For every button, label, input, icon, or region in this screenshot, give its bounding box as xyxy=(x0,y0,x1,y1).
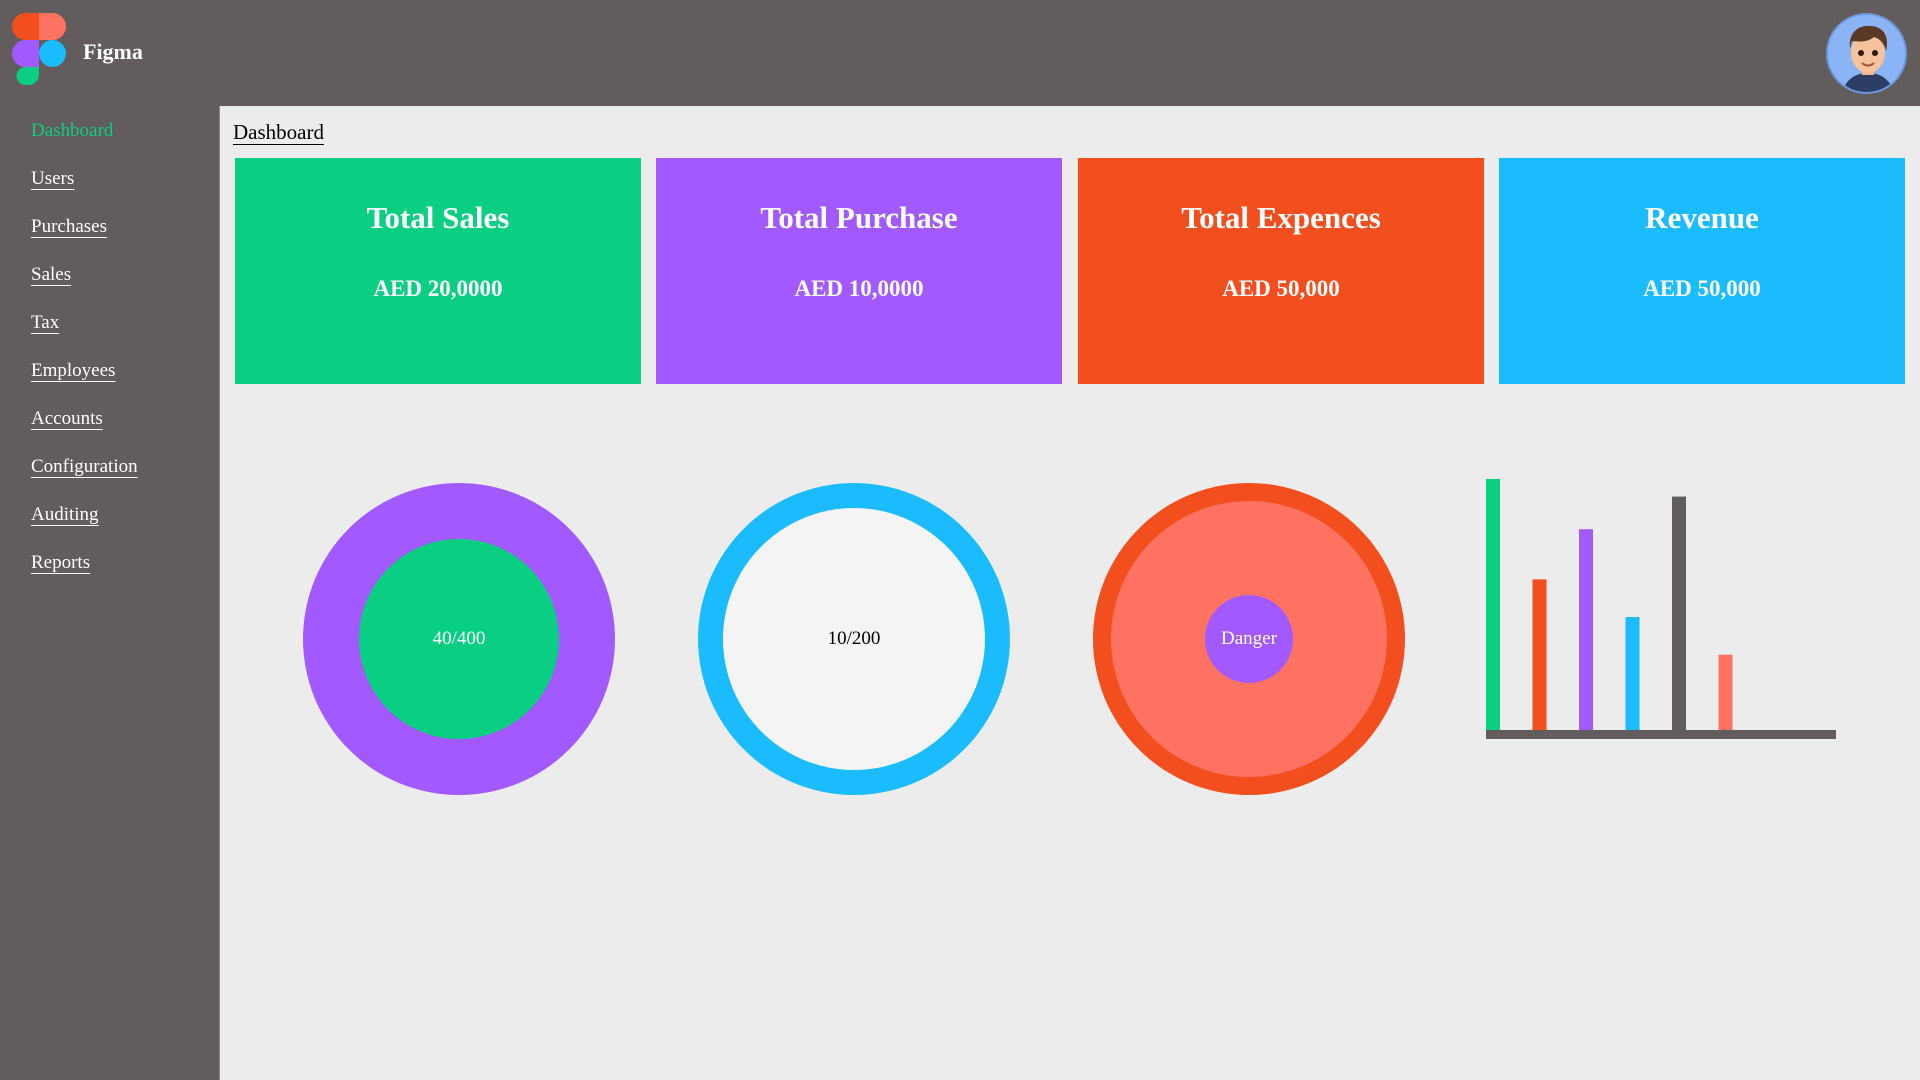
stat-card-revenue: Revenue AED 50,000 xyxy=(1499,158,1905,384)
sidebar-item-label[interactable]: Accounts xyxy=(31,408,103,429)
card-value: AED 20,0000 xyxy=(373,276,503,301)
ring-label: 40/400 xyxy=(359,539,559,739)
sidebar-item-reports[interactable]: Reports xyxy=(0,552,219,600)
sidebar-item-purchases[interactable]: Purchases xyxy=(0,216,219,264)
sidebar-item-employees[interactable]: Employees xyxy=(0,360,219,408)
main-content: Dashboard Total Sales AED 20,0000 Total … xyxy=(221,106,1920,1080)
stat-card-total-purchase: Total Purchase AED 10,0000 xyxy=(656,158,1062,384)
progress-ring-purchase: 10/200 xyxy=(698,483,1010,795)
sidebar-item-label[interactable]: Auditing xyxy=(31,504,99,525)
sidebar-item-label[interactable]: Configuration xyxy=(31,456,138,477)
bar-6 xyxy=(1718,654,1733,730)
brand-name: Figma xyxy=(83,39,143,64)
card-title: Total Expences xyxy=(1181,200,1381,235)
stat-card-total-expences: Total Expences AED 50,000 xyxy=(1078,158,1484,384)
sidebar-item-label[interactable]: Dashboard xyxy=(31,120,113,141)
sidebar-item-label[interactable]: Purchases xyxy=(31,216,107,237)
figma-logo-icon[interactable] xyxy=(12,13,66,85)
sidebar: Dashboard Users Purchases Sales Tax Empl… xyxy=(0,106,220,1080)
sidebar-item-label[interactable]: Tax xyxy=(31,312,59,333)
ring-label: 10/200 xyxy=(723,508,985,770)
x-axis-baseline xyxy=(1486,730,1836,739)
sidebar-item-tax[interactable]: Tax xyxy=(0,312,219,360)
bar-1 xyxy=(1486,479,1500,730)
sidebar-item-accounts[interactable]: Accounts xyxy=(0,408,219,456)
card-title: Revenue xyxy=(1645,200,1759,235)
stat-card-total-sales: Total Sales AED 20,0000 xyxy=(235,158,641,384)
bar-5 xyxy=(1672,496,1686,730)
progress-ring-sales: 40/400 xyxy=(303,483,615,795)
bar-2 xyxy=(1532,579,1547,730)
sidebar-item-label[interactable]: Employees xyxy=(31,360,115,381)
card-value: AED 50,000 xyxy=(1643,276,1761,301)
top-bar: Figma xyxy=(0,0,1920,106)
sidebar-item-auditing[interactable]: Auditing xyxy=(0,504,219,552)
bar-3 xyxy=(1579,529,1593,730)
sidebar-item-users[interactable]: Users xyxy=(0,168,219,216)
sidebar-item-label[interactable]: Users xyxy=(31,168,74,189)
card-value: AED 10,0000 xyxy=(794,276,924,301)
sidebar-item-sales[interactable]: Sales xyxy=(0,264,219,312)
user-avatar-icon[interactable] xyxy=(1826,13,1907,94)
sidebar-item-configuration[interactable]: Configuration xyxy=(0,456,219,504)
bar-4 xyxy=(1625,617,1640,730)
card-title: Total Sales xyxy=(366,200,510,235)
breadcrumb[interactable]: Dashboard xyxy=(233,120,324,145)
status-ring-danger: Danger xyxy=(1093,483,1405,795)
sidebar-item-label[interactable]: Reports xyxy=(31,552,90,573)
sidebar-item-dashboard[interactable]: Dashboard xyxy=(0,120,219,168)
card-title: Total Purchase xyxy=(760,200,958,235)
ring-label: Danger xyxy=(1205,595,1293,683)
bar-chart xyxy=(1486,479,1836,739)
card-value: AED 50,000 xyxy=(1222,276,1340,301)
sidebar-item-label[interactable]: Sales xyxy=(31,264,71,285)
